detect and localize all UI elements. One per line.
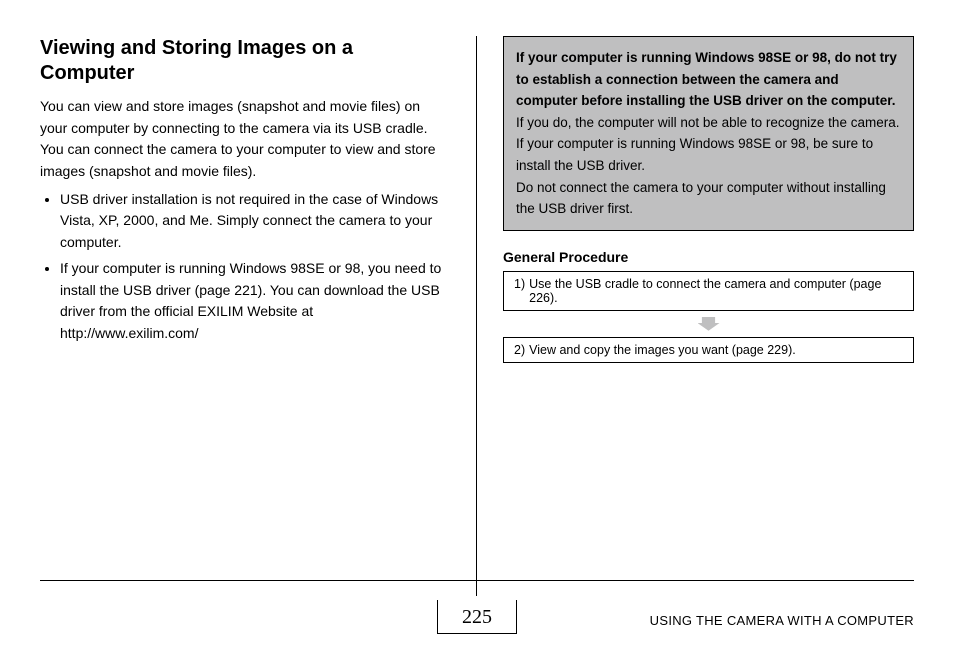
bullet-list: USB driver installation is not required … bbox=[40, 189, 451, 345]
arrow-container bbox=[503, 317, 914, 331]
step-number: 1) bbox=[514, 277, 525, 305]
intro-paragraph: You can view and store images (snapshot … bbox=[40, 96, 451, 183]
footer-rule bbox=[40, 580, 914, 581]
list-item: USB driver installation is not required … bbox=[60, 189, 451, 254]
step-box-1: 1) Use the USB cradle to connect the cam… bbox=[503, 271, 914, 311]
step-box-2: 2) View and copy the images you want (pa… bbox=[503, 337, 914, 363]
procedure-subheading: General Procedure bbox=[503, 249, 914, 265]
document-page: Viewing and Storing Images on a Computer… bbox=[0, 0, 954, 646]
step-text: View and copy the images you want (page … bbox=[529, 343, 796, 357]
warning-line: If you do, the computer will not be able… bbox=[516, 115, 899, 130]
right-column: If your computer is running Windows 98SE… bbox=[477, 36, 914, 556]
left-column: Viewing and Storing Images on a Computer… bbox=[40, 36, 477, 556]
warning-line: If your computer is running Windows 98SE… bbox=[516, 136, 873, 173]
warning-box: If your computer is running Windows 98SE… bbox=[503, 36, 914, 231]
warning-line: Do not connect the camera to your comput… bbox=[516, 180, 886, 217]
down-arrow-icon bbox=[698, 317, 720, 331]
list-item: If your computer is running Windows 98SE… bbox=[60, 258, 451, 345]
page-heading: Viewing and Storing Images on a Computer bbox=[40, 36, 451, 86]
section-label: USING THE CAMERA WITH A COMPUTER bbox=[650, 613, 914, 628]
step-number: 2) bbox=[514, 343, 525, 357]
footer-row: USING THE CAMERA WITH A COMPUTER bbox=[40, 613, 914, 628]
step-text: Use the USB cradle to connect the camera… bbox=[529, 277, 903, 305]
warning-bold-text: If your computer is running Windows 98SE… bbox=[516, 47, 901, 112]
two-column-layout: Viewing and Storing Images on a Computer… bbox=[40, 36, 914, 556]
